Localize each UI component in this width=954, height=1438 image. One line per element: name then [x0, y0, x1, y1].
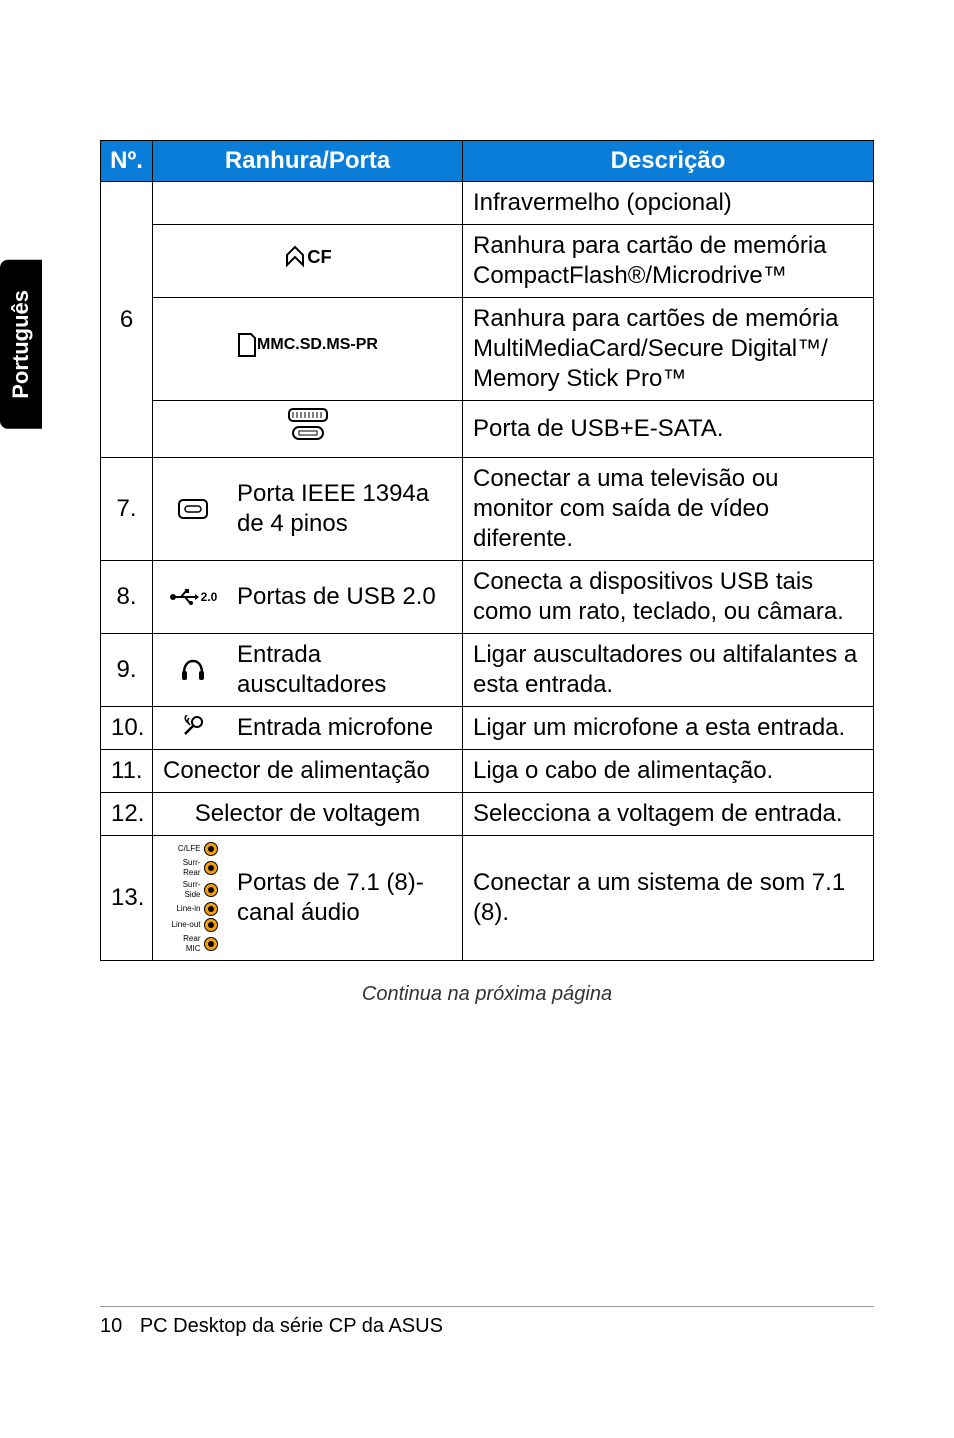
row7-label: Porta IEEE 1394a de 4 pinos [237, 479, 452, 539]
table-row: 12. Selector de voltagem Selecciona a vo… [101, 793, 874, 836]
table-row: 10. Entrada microfone Ligar um microfone… [101, 707, 874, 750]
table-row: CF Ranhura para cartão de memória Compac… [101, 225, 874, 298]
page-footer: 10 PC Desktop da série CP da ASUS [100, 1306, 874, 1338]
header-slot: Ranhura/Porta [153, 141, 463, 182]
row6-num: 6 [101, 182, 153, 458]
row6a-desc: Infravermelho (opcional) [463, 182, 874, 225]
row13-desc: Conectar a um sistema de som 7.1 (8). [463, 836, 874, 961]
row9-num: 9. [101, 634, 153, 707]
row11-desc: Liga o cabo de alimentação. [463, 750, 874, 793]
table-row: 9. Entrada auscultadores Ligar auscultad… [101, 634, 874, 707]
table-row: Porta de USB+E-SATA. [101, 401, 874, 458]
compactflash-icon: CF [283, 245, 331, 269]
headphones-icon [163, 657, 223, 683]
row6b-desc: Ranhura para cartão de memória CompactFl… [463, 225, 874, 298]
page-number: 10 [100, 1315, 122, 1338]
table-row: 11. Conector de alimentação Liga o cabo … [101, 750, 874, 793]
mmc-icon: MMC.SD.MS-PR [237, 332, 378, 358]
usb-version-label: 2.0 [201, 590, 218, 605]
row6b-slot: CF [153, 225, 463, 298]
row10-label: Entrada microfone [237, 713, 452, 743]
row7-desc: Conectar a uma televisão ou monitor com … [463, 458, 874, 561]
usb-icon: 2.0 [163, 589, 223, 605]
row12-num: 12. [101, 793, 153, 836]
row7-slot: Porta IEEE 1394a de 4 pinos [153, 458, 463, 561]
ports-table: Nº. Ranhura/Porta Descrição 6 Infraverme… [100, 140, 874, 961]
audio-port-label: Line-in [169, 904, 201, 914]
audio-port-label: Rear MIC [169, 934, 201, 954]
row12-desc: Selecciona a voltagem de entrada. [463, 793, 874, 836]
row8-num: 8. [101, 561, 153, 634]
row9-label: Entrada auscultadores [237, 640, 452, 700]
row10-num: 10. [101, 707, 153, 750]
cf-icon-label: CF [307, 246, 331, 269]
mmc-icon-label: MMC.SD.MS-PR [257, 335, 378, 355]
microphone-icon [163, 715, 223, 741]
row6c-desc: Ranhura para cartões de memória MultiMed… [463, 298, 874, 401]
row6d-slot [153, 401, 463, 458]
row9-slot: Entrada auscultadores [153, 634, 463, 707]
audio-port-label: Surr-Side [169, 880, 201, 900]
row11-slot: Conector de alimentação [153, 750, 463, 793]
audio-port-label: Line-out [169, 920, 201, 930]
row10-slot: Entrada microfone [153, 707, 463, 750]
row6d-desc: Porta de USB+E-SATA. [463, 401, 874, 458]
audio-ports-icon: C/LFE Surr-Rear Surr-Side Line-in Line-o… [163, 842, 223, 954]
language-side-tab: Português [0, 260, 42, 429]
table-row: MMC.SD.MS-PR Ranhura para cartões de mem… [101, 298, 874, 401]
row8-label: Portas de USB 2.0 [237, 582, 452, 612]
table-row: 7. Porta IEEE 1394a de 4 pinos Conectar … [101, 458, 874, 561]
row9-desc: Ligar auscultadores ou altifalantes a es… [463, 634, 874, 707]
row6c-slot: MMC.SD.MS-PR [153, 298, 463, 401]
table-row: 6 Infravermelho (opcional) [101, 182, 874, 225]
continuation-caption: Continua na próxima página [100, 983, 874, 1006]
row7-num: 7. [101, 458, 153, 561]
row13-num: 13. [101, 836, 153, 961]
table-row: 8. 2.0 Portas de USB 2.0 Conecta a dispo… [101, 561, 874, 634]
page-content: Nº. Ranhura/Porta Descrição 6 Infraverme… [0, 0, 954, 1006]
row13-slot: C/LFE Surr-Rear Surr-Side Line-in Line-o… [153, 836, 463, 961]
audio-port-label: Surr-Rear [169, 858, 201, 878]
row10-desc: Ligar um microfone a esta entrada. [463, 707, 874, 750]
row8-slot: 2.0 Portas de USB 2.0 [153, 561, 463, 634]
ieee1394-icon [163, 498, 223, 520]
header-desc: Descrição [463, 141, 874, 182]
row8-desc: Conecta a dispositivos USB tais como um … [463, 561, 874, 634]
header-num: Nº. [101, 141, 153, 182]
audio-port-label: C/LFE [169, 844, 201, 854]
row6a-slot [153, 182, 463, 225]
footer-title: PC Desktop da série CP da ASUS [140, 1315, 443, 1337]
row11-num: 11. [101, 750, 153, 793]
row12-slot: Selector de voltagem [153, 793, 463, 836]
row13-label: Portas de 7.1 (8)-canal áudio [237, 868, 452, 928]
esata-icon [283, 422, 333, 449]
table-row: 13. C/LFE Surr-Rear Surr-Side Line-in Li… [101, 836, 874, 961]
